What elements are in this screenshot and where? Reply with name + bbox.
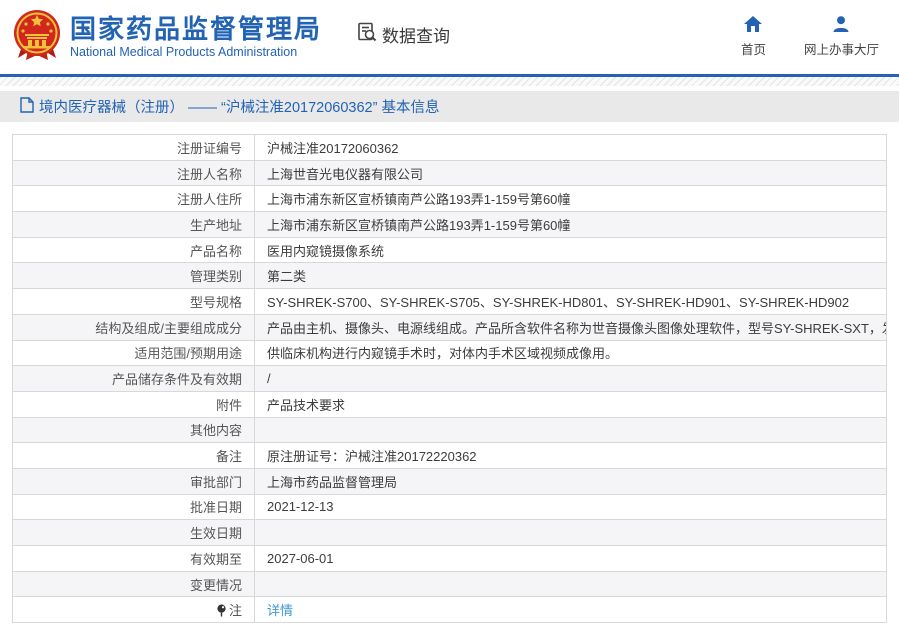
row-label: 附件 [12, 390, 255, 418]
row-label: 型号规格 [12, 288, 255, 315]
row-label: 其他内容 [12, 416, 255, 444]
table-row: 有效期至 2027-06-01 [12, 545, 887, 572]
table-row: 审批部门 上海市药品监督管理局 [12, 467, 887, 495]
row-label: 有效期至 [12, 545, 255, 572]
row-label: 注册人住所 [12, 185, 255, 213]
row-value: 2021-12-13 [254, 493, 887, 521]
row-value: 上海市浦东新区宣桥镇南芦公路193弄1-159号第60幢 [254, 185, 887, 213]
table-row: 附件 产品技术要求 [12, 390, 887, 418]
document-icon [20, 96, 39, 117]
row-label: 生效日期 [12, 519, 255, 546]
row-value: 产品技术要求 [254, 390, 887, 418]
row-value: 第二类 [254, 262, 887, 290]
row-value: 产品由主机、摄像头、电源线组成。产品所含软件名称为世音摄像头图像处理软件，型号S… [254, 313, 887, 341]
row-value [254, 570, 887, 598]
nav-service-hall[interactable]: 网上办事大厅 [804, 16, 879, 58]
row-label: 审批部门 [12, 467, 255, 495]
table-row: 管理类别 第二类 [12, 262, 887, 290]
row-value: 供临床机构进行内窥镜手术时，对体内手术区域视频成像用。 [254, 339, 887, 367]
breadcrumb: 境内医疗器械（注册） —— “沪械注准20172060362” 基本信息 [0, 91, 899, 122]
row-label: 变更情况 [12, 570, 255, 598]
table-row: 产品名称 医用内窥镜摄像系统 [12, 236, 887, 264]
row-label: 产品名称 [12, 236, 255, 264]
row-label: 注册证编号 [12, 134, 255, 161]
table-row: 生产地址 上海市浦东新区宣桥镇南芦公路193弄1-159号第60幢 [12, 211, 887, 238]
row-value: 2027-06-01 [254, 545, 887, 572]
national-emblem-icon [12, 8, 62, 67]
row-label: 注 [12, 596, 255, 624]
table-row: 型号规格 SY-SHREK-S700、SY-SHREK-S705、SY-SHREK… [12, 288, 887, 315]
home-icon [744, 16, 763, 35]
row-label: 管理类别 [12, 262, 255, 290]
nav-home[interactable]: 首页 [741, 16, 766, 58]
registration-info-table: 注册证编号 沪械注准20172060362 注册人名称 上海世音光电仪器有限公司 注册人… [12, 134, 887, 624]
row-value: 上海世音光电仪器有限公司 [254, 159, 887, 187]
row-value [254, 416, 887, 444]
row-value: 原注册证号：沪械注准20172220362 [254, 442, 887, 469]
row-value [254, 519, 887, 546]
row-value: 上海市浦东新区宣桥镇南芦公路193弄1-159号第60幢 [254, 211, 887, 238]
data-query-link[interactable]: 数据查询 [356, 21, 450, 48]
table-row: 注册人名称 上海世音光电仪器有限公司 [12, 159, 887, 187]
row-label: 产品储存条件及有效期 [12, 365, 255, 392]
site-header: 国家药品监督管理局 National Medical Products Admi… [0, 0, 899, 74]
table-row: 结构及组成/主要组成成分 产品由主机、摄像头、电源线组成。产品所含软件名称为世音摄… [12, 313, 887, 341]
row-label: 批准日期 [12, 493, 255, 521]
table-row: 其他内容 [12, 416, 887, 444]
document-search-icon [356, 21, 382, 48]
table-row: 批准日期 2021-12-13 [12, 493, 887, 521]
row-value: SY-SHREK-S700、SY-SHREK-S705、SY-SHREK-HD8… [254, 288, 887, 315]
nmpa-logo[interactable]: 国家药品监督管理局 National Medical Products Admi… [12, 8, 322, 67]
table-row: 生效日期 [12, 519, 887, 546]
row-value: 医用内窥镜摄像系统 [254, 236, 887, 264]
org-subtitle: National Medical Products Administration [70, 45, 298, 60]
table-row: 注详情 [12, 596, 887, 624]
row-label: 结构及组成/主要组成成分 [12, 313, 255, 341]
org-title: 国家药品监督管理局 [70, 13, 323, 44]
user-icon [832, 16, 850, 35]
row-value: 沪械注准20172060362 [254, 134, 887, 161]
main-content: 注册证编号 沪械注准20172060362 注册人名称 上海世音光电仪器有限公司 注册人… [0, 122, 899, 624]
header-nav: 首页 网上办事大厅 [741, 16, 879, 58]
hatch-stripe [0, 77, 899, 86]
row-label: 生产地址 [12, 211, 255, 238]
table-row: 注册证编号 沪械注准20172060362 [12, 134, 887, 161]
data-query-label: 数据查询 [382, 26, 451, 46]
page-title: 境内医疗器械（注册） —— “沪械注准20172060362” 基本信息 [39, 100, 440, 116]
row-value: 上海市药品监督管理局 [254, 467, 887, 495]
table-row: 适用范围/预期用途 供临床机构进行内窥镜手术时，对体内手术区域视频成像用。 [12, 339, 887, 367]
nav-home-label: 首页 [740, 43, 766, 57]
row-value: / [254, 365, 887, 392]
details-link[interactable]: 详情 [267, 603, 293, 618]
table-row: 备注 原注册证号：沪械注准20172220362 [12, 442, 887, 469]
nav-service-hall-label: 网上办事大厅 [803, 43, 879, 57]
table-row: 变更情况 [12, 570, 887, 598]
row-label: 备注 [12, 442, 255, 469]
table-row: 注册人住所 上海市浦东新区宣桥镇南芦公路193弄1-159号第60幢 [12, 185, 887, 213]
row-value: 详情 [254, 596, 887, 624]
row-label: 注册人名称 [12, 159, 255, 187]
table-row: 产品储存条件及有效期 / [12, 365, 887, 392]
row-label: 适用范围/预期用途 [12, 339, 255, 367]
